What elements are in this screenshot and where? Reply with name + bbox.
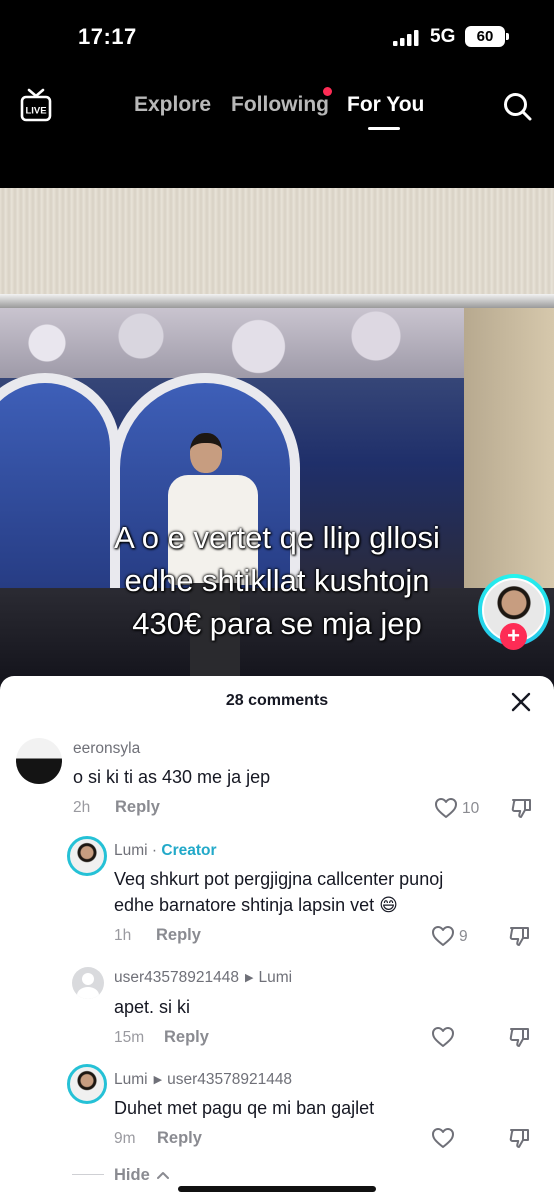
comment-username-row: user43578921448 ▶ Lumi [114,969,292,987]
comment-username[interactable]: user43578921448 [114,969,239,986]
comment-item: eeronsyla o si ki ti as 430 me ja jep 2h… [0,736,554,826]
caption-line: edhe shtikllat kushtojn [124,563,430,598]
reply-to-username[interactable]: Lumi [258,969,292,986]
tab-explore[interactable]: Explore [134,93,211,117]
comment-text-line: Veq shkurt pot pergjigjna callcenter pun… [114,869,444,889]
search-icon[interactable] [503,92,533,122]
avatar[interactable] [67,836,107,876]
heart-icon[interactable] [431,1026,455,1048]
like-count: 10 [462,800,480,817]
avatar[interactable] [16,738,62,784]
hide-divider [72,1174,104,1175]
comment-text: o si ki ti as 430 me ja jep [73,767,271,787]
tab-for-you[interactable]: For You [347,93,424,117]
thumbs-down-icon[interactable] [510,796,534,820]
reply-arrow-icon: ▶ [153,1074,163,1086]
thumbs-down-icon[interactable] [508,924,532,948]
follow-plus-button[interactable]: + [500,623,527,650]
comment-time: 2h [73,799,91,816]
comments-sheet: 28 comments eeronsyla o si ki ti as 430 … [0,676,554,1200]
heart-icon[interactable] [431,1127,455,1149]
video-ceiling-trim [0,294,554,308]
caption-line: A o e vertet qe llip gllosi [114,520,440,555]
chevron-up-icon [157,1172,170,1179]
hide-replies-button[interactable]: Hide [72,1166,170,1185]
thumbs-down-icon[interactable] [508,1025,532,1049]
comment-username[interactable]: Lumi [114,1071,148,1088]
comment-text: Duhet met pagu qe mi ban gajlet [114,1098,375,1118]
comment-reply-item: Lumi · Creator Veq shkurt pot pergjigjna… [0,834,554,947]
active-tab-indicator [368,127,400,130]
separator-dot: · [151,842,158,859]
video-caption: A o e vertet qe llip gllosi edhe shtikll… [0,516,554,645]
heart-icon[interactable] [434,797,458,819]
caption-line: 430€ para se mja jep [132,606,422,641]
thumbs-down-icon[interactable] [508,1126,532,1150]
reply-button[interactable]: Reply [164,1028,209,1047]
heart-icon[interactable] [431,925,455,947]
default-avatar-icon[interactable] [72,967,104,999]
person-head [190,433,222,473]
video-ceiling [0,188,554,298]
comment-reply-item: user43578921448 ▶ Lumi apet. si ki 15m Rep… [0,964,554,1047]
comment-time: 9m [114,1130,136,1147]
comment-text-line: edhe barnatore shtinja lapsin vet 😄 [114,895,398,915]
comment-username-row: Lumi ▶ user43578921448 [114,1071,292,1089]
close-icon[interactable] [511,692,531,712]
home-indicator [178,1186,376,1192]
network-type: 5G [430,26,456,47]
reply-button[interactable]: Reply [157,1129,202,1148]
comment-username-row: Lumi · Creator [114,842,217,860]
creator-badge: Creator [161,842,217,859]
tab-following[interactable]: Following [231,93,329,117]
status-time: 17:17 [78,24,137,49]
battery-icon: 60 [465,26,509,47]
comment-text: Veq shkurt pot pergjigjna callcenter pun… [114,866,443,918]
signal-strength-icon [393,30,419,46]
live-icon[interactable]: LIVE [20,88,52,122]
comment-username[interactable]: Lumi [114,842,148,859]
comment-time: 1h [114,927,132,944]
reply-arrow-icon: ▶ [244,972,254,984]
hide-label: Hide [114,1166,150,1184]
reply-to-username[interactable]: user43578921448 [167,1071,292,1088]
comment-username[interactable]: eeronsyla [73,740,140,758]
video-flower-decoration [0,308,470,378]
reply-button[interactable]: Reply [115,798,160,817]
like-count: 9 [459,928,468,945]
status-bar: 17:17 5G 60 [0,0,554,70]
video-player[interactable]: A o e vertet qe llip gllosi edhe shtikll… [0,188,554,688]
top-nav: LIVE Explore Following For You [0,70,554,188]
reply-button[interactable]: Reply [156,926,201,945]
notification-dot [323,87,332,96]
comment-text: apet. si ki [114,997,191,1017]
comment-time: 15m [114,1029,145,1046]
comment-reply-item: Lumi ▶ user43578921448 Duhet met pagu qe m… [0,1064,554,1154]
avatar[interactable] [67,1064,107,1104]
comments-count-title: 28 comments [225,692,329,709]
live-label: LIVE [25,106,46,117]
